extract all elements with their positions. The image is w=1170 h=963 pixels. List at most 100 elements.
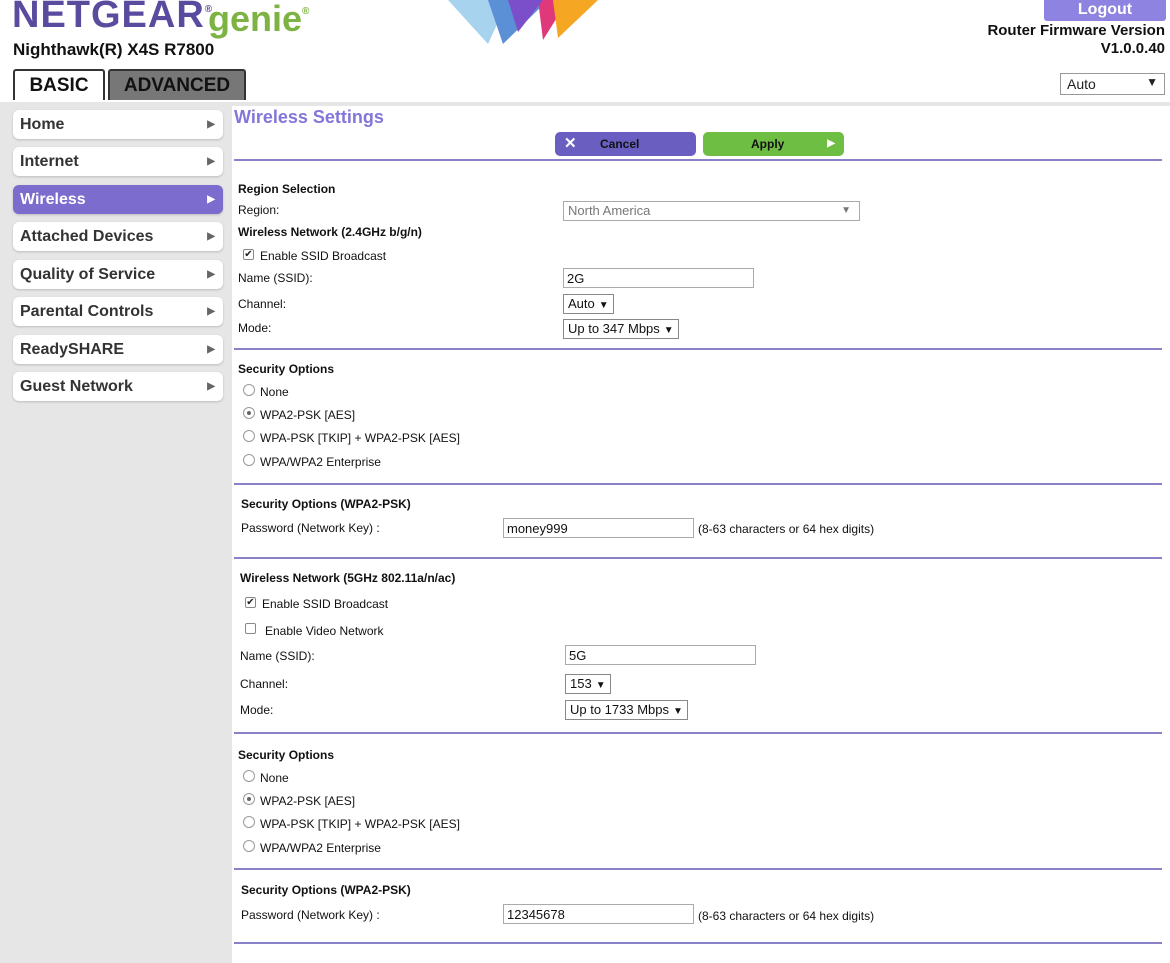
- mode-5-select[interactable]: Up to 1733 Mbps ▼: [565, 700, 688, 720]
- mode-5-select-value: Up to 1733 Mbps: [570, 702, 670, 717]
- wireless-5ghz-heading: Wireless Network (5GHz 802.11a/n/ac): [240, 571, 456, 585]
- enable-video-network-label: Enable Video Network: [265, 624, 384, 638]
- sidebar-item-quality-of-service[interactable]: Quality of Service ▶: [13, 260, 223, 289]
- netgear-logo: NETGEAR®: [12, 0, 213, 37]
- channel-24-select-value: Auto: [568, 296, 595, 311]
- mode-24-select-value: Up to 347 Mbps: [568, 321, 660, 336]
- tab-advanced[interactable]: ADVANCED: [108, 69, 246, 100]
- chevron-down-icon: ▼: [663, 325, 674, 336]
- sidebar-item-attached-devices[interactable]: Attached Devices ▶: [13, 222, 223, 251]
- security-5-wpa-tkip-wpa2-aes-radio[interactable]: [243, 816, 255, 828]
- ssid-24-label: Name (SSID):: [238, 271, 313, 285]
- enable-video-network-checkbox[interactable]: [245, 623, 256, 634]
- enable-ssid-broadcast-24-label: Enable SSID Broadcast: [260, 249, 387, 263]
- region-select-value: North America: [568, 203, 651, 218]
- password-24-label: Password (Network Key) :: [241, 521, 380, 535]
- firmware-version-label: Router Firmware Version: [987, 22, 1165, 39]
- brand-name: NETGEAR: [12, 0, 205, 36]
- region-select[interactable]: North America ▼: [563, 201, 860, 221]
- ssid-24-input[interactable]: [563, 268, 754, 288]
- wpa2-psk-24-heading: Security Options (WPA2-PSK): [241, 497, 411, 511]
- security-24-wpa2-psk-aes-radio[interactable]: [243, 407, 255, 419]
- banner-shape-orange: [553, 0, 598, 38]
- language-select[interactable]: Auto ▼: [1060, 73, 1165, 95]
- router-model: Nighthawk(R) X4S R7800: [13, 40, 215, 59]
- divider: [234, 868, 1162, 870]
- sidebar: Home ▶ Internet ▶ Wireless ▶ Attached Devic…: [0, 102, 232, 963]
- security-24-none-radio[interactable]: [243, 384, 255, 396]
- product-registered-mark: ®: [302, 6, 310, 17]
- firmware-version-value: V1.0.0.40: [1100, 40, 1165, 57]
- divider: [234, 159, 1162, 161]
- chevron-right-icon: ▶: [827, 138, 835, 149]
- password-24-hint: (8-63 characters or 64 hex digits): [698, 522, 875, 536]
- tab-basic[interactable]: BASIC: [13, 69, 105, 100]
- channel-24-select[interactable]: Auto ▼: [563, 294, 614, 314]
- sidebar-item-label: Attached Devices: [20, 228, 154, 245]
- security-5-enterprise-radio[interactable]: [243, 840, 255, 852]
- chevron-right-icon: ▶: [207, 156, 215, 167]
- sidebar-item-home[interactable]: Home ▶: [13, 110, 223, 139]
- password-24-input[interactable]: [503, 518, 694, 538]
- region-label: Region:: [238, 203, 280, 217]
- banner-graphic: [448, 0, 598, 44]
- wireless-24ghz-heading: Wireless Network (2.4GHz b/g/n): [238, 225, 422, 239]
- security-24-wpa-tkip-wpa2-aes-label: WPA-PSK [TKIP] + WPA2-PSK [AES]: [260, 431, 460, 445]
- cancel-button-label: Cancel: [600, 137, 640, 151]
- sidebar-item-parental-controls[interactable]: Parental Controls ▶: [13, 297, 223, 326]
- genie-logo: genie®: [208, 0, 309, 40]
- chevron-right-icon: ▶: [207, 269, 215, 280]
- password-5-label: Password (Network Key) :: [241, 908, 380, 922]
- mode-24-label: Mode:: [238, 321, 272, 335]
- enable-ssid-broadcast-5-label: Enable SSID Broadcast: [262, 597, 389, 611]
- sidebar-item-wireless[interactable]: Wireless ▶: [13, 185, 223, 214]
- sidebar-item-readyshare[interactable]: ReadySHARE ▶: [13, 335, 223, 364]
- channel-24-label: Channel:: [238, 297, 287, 311]
- ssid-5-label: Name (SSID):: [240, 649, 315, 663]
- security-5-enterprise-label: WPA/WPA2 Enterprise: [260, 841, 381, 855]
- divider: [234, 483, 1162, 485]
- sidebar-item-guest-network[interactable]: Guest Network ▶: [13, 372, 223, 401]
- divider: [234, 348, 1162, 350]
- security-5-wpa-tkip-wpa2-aes-label: WPA-PSK [TKIP] + WPA2-PSK [AES]: [260, 817, 460, 831]
- chevron-right-icon: ▶: [207, 381, 215, 392]
- mode-5-label: Mode:: [240, 703, 274, 717]
- chevron-down-icon: ▼: [595, 680, 606, 691]
- sidebar-item-label: Guest Network: [20, 378, 133, 395]
- wpa2-psk-5-heading: Security Options (WPA2-PSK): [241, 883, 411, 897]
- sidebar-item-label: Parental Controls: [20, 303, 154, 320]
- sidebar-item-label: Wireless: [20, 191, 86, 208]
- chevron-right-icon: ▶: [207, 119, 215, 130]
- sidebar-item-label: Home: [20, 116, 65, 133]
- language-select-value: Auto: [1067, 76, 1096, 92]
- sidebar-item-internet[interactable]: Internet ▶: [13, 147, 223, 176]
- security-5-wpa2-psk-aes-radio[interactable]: [243, 793, 255, 805]
- enable-ssid-broadcast-24-checkbox[interactable]: ✔: [243, 249, 254, 260]
- enable-ssid-broadcast-5-checkbox[interactable]: ✔: [245, 597, 256, 608]
- cancel-button[interactable]: ✕ Cancel: [555, 132, 696, 156]
- channel-5-select[interactable]: 153 ▼: [565, 674, 611, 694]
- sidebar-item-label: Quality of Service: [20, 266, 156, 283]
- sidebar-item-label: ReadySHARE: [20, 341, 125, 358]
- ssid-5-input[interactable]: [565, 645, 756, 665]
- divider: [234, 732, 1162, 734]
- security-24-enterprise-radio[interactable]: [243, 454, 255, 466]
- channel-5-label: Channel:: [240, 677, 289, 691]
- chevron-down-icon: ▼: [673, 706, 683, 717]
- region-heading: Region Selection: [238, 182, 336, 196]
- product-name: genie: [208, 0, 303, 39]
- password-5-input[interactable]: [503, 904, 694, 924]
- divider: [234, 942, 1162, 944]
- content-top-band: [232, 102, 1170, 106]
- security-24-wpa-tkip-wpa2-aes-radio[interactable]: [243, 430, 255, 442]
- divider: [234, 557, 1162, 559]
- close-icon: ✕: [564, 135, 577, 152]
- security-24-wpa2-psk-aes-label: WPA2-PSK [AES]: [260, 408, 356, 422]
- mode-24-select[interactable]: Up to 347 Mbps ▼: [563, 319, 679, 339]
- apply-button-label: Apply: [751, 137, 785, 151]
- security-5-none-radio[interactable]: [243, 770, 255, 782]
- logout-button[interactable]: Logout: [1044, 0, 1166, 21]
- page-title: Wireless Settings: [234, 107, 384, 127]
- chevron-down-icon: ▼: [1146, 75, 1158, 89]
- apply-button[interactable]: Apply ▶: [703, 132, 844, 156]
